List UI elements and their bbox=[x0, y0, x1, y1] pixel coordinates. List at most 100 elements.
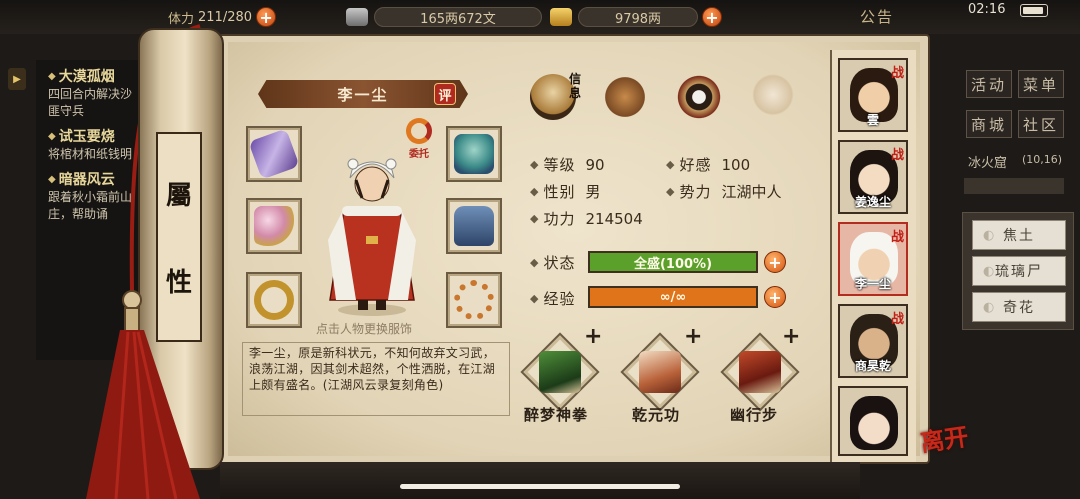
roster-card[interactable]: 战 姜逸尘 bbox=[838, 140, 908, 214]
equip-slot-ring[interactable] bbox=[246, 272, 302, 328]
diamond-bullet-icon: ◆ bbox=[530, 185, 539, 198]
location-divider bbox=[964, 178, 1064, 194]
armor-icon bbox=[454, 206, 494, 246]
home-indicator bbox=[400, 484, 680, 489]
add-exp-button[interactable]: + bbox=[764, 286, 786, 308]
scroll-label-top: 屬 bbox=[165, 181, 192, 211]
exp-bar: ∞/∞ bbox=[588, 286, 758, 308]
diamond-bullet-icon: ◆ bbox=[530, 256, 539, 269]
location-name: 冰火窟 bbox=[968, 156, 1008, 171]
roster-name: 李一尘 bbox=[854, 277, 891, 291]
roster-name: 姜逸尘 bbox=[854, 195, 891, 209]
stat-state: ◆ 状态 bbox=[530, 252, 585, 273]
equip-slot-weapon[interactable] bbox=[246, 126, 302, 182]
tassel-icon bbox=[86, 290, 200, 499]
battery-icon bbox=[1020, 4, 1048, 17]
stat-affinity: ◆ 好感 100 bbox=[666, 154, 750, 175]
scroll-book-icon bbox=[639, 351, 681, 393]
roster-card[interactable] bbox=[838, 386, 908, 456]
meridian-body-icon[interactable] bbox=[750, 74, 796, 120]
stat-value: 男 bbox=[585, 183, 601, 201]
stat-value: 90 bbox=[585, 155, 605, 174]
stat-level: ◆ 等级 90 bbox=[530, 154, 605, 175]
bag-icon[interactable] bbox=[602, 74, 648, 120]
stat-value: 100 bbox=[721, 155, 751, 174]
exp-bar-text: ∞/∞ bbox=[659, 289, 687, 305]
shop-button[interactable]: 商城 bbox=[966, 110, 1012, 138]
diamond-bullet-icon: ◆ bbox=[666, 185, 675, 198]
leave-button[interactable]: 离开 bbox=[918, 417, 970, 458]
gold-value: 9798两 bbox=[578, 7, 698, 27]
battle-badge: 战 bbox=[890, 312, 904, 327]
sub-item[interactable]: 琉璃尸 bbox=[972, 256, 1066, 286]
stat-label: 功力 bbox=[543, 210, 576, 228]
roster-name: 雲 bbox=[866, 113, 879, 127]
skill-plus-2[interactable]: + bbox=[684, 324, 702, 349]
character-description: 李一尘，原是新科状元，不知何故弃文习武，浪荡江湖，因其剑术超然，个性洒脱，在江湖… bbox=[242, 342, 510, 416]
rate-button[interactable]: 评 bbox=[434, 83, 456, 105]
battle-badge: 战 bbox=[890, 230, 904, 245]
location-coords: (10,16) bbox=[1022, 153, 1063, 166]
notice-button[interactable]: 公告 bbox=[860, 6, 894, 27]
skill-plus-3[interactable]: + bbox=[782, 324, 800, 349]
stat-value: 214504 bbox=[585, 209, 643, 228]
roster-card-selected[interactable]: 战 李一尘 bbox=[838, 222, 908, 296]
scroll-book-icon bbox=[739, 351, 781, 393]
stat-label: 势力 bbox=[679, 183, 712, 201]
diamond-bullet-icon: ◆ bbox=[530, 292, 539, 305]
equip-slot-armor[interactable] bbox=[446, 198, 502, 254]
stat-label: 经验 bbox=[543, 290, 576, 308]
character-figure[interactable] bbox=[322, 140, 422, 318]
skill-name-2: 乾元功 bbox=[632, 406, 681, 424]
gold-resource: 9798两 + bbox=[550, 6, 722, 28]
bottom-nav bbox=[220, 462, 860, 499]
silver-value: 165两672文 bbox=[374, 7, 542, 27]
stat-gender: ◆ 性别 男 bbox=[530, 181, 601, 202]
restore-state-button[interactable]: + bbox=[764, 251, 786, 273]
gold-ring-icon bbox=[254, 280, 294, 320]
character-name: 李一尘 bbox=[337, 85, 389, 104]
stat-power: ◆ 功力 214504 bbox=[530, 208, 643, 229]
equip-slot-beads[interactable] bbox=[446, 272, 502, 328]
stat-value: 江湖中人 bbox=[721, 183, 782, 201]
diamond-bullet-icon: ◆ bbox=[530, 212, 539, 225]
hairpin-icon bbox=[254, 206, 294, 246]
skill-plus-1[interactable]: + bbox=[584, 324, 602, 349]
sub-item[interactable]: 奇花 bbox=[972, 292, 1066, 322]
diamond-bullet-icon: ◆ bbox=[530, 158, 539, 171]
equip-slot-accessory[interactable] bbox=[246, 198, 302, 254]
scroll-book-icon bbox=[539, 351, 581, 393]
fan-weapon-icon bbox=[248, 128, 300, 180]
equip-slot-hat[interactable] bbox=[446, 126, 502, 182]
stat-label: 等级 bbox=[543, 156, 576, 174]
bagua-icon[interactable] bbox=[676, 74, 722, 120]
battle-badge: 战 bbox=[890, 66, 904, 81]
portrait bbox=[850, 396, 898, 450]
menu-button[interactable]: 菜单 bbox=[1018, 70, 1064, 98]
expand-arrow-icon[interactable]: ▶ bbox=[8, 68, 26, 90]
skill-name-3: 幽行步 bbox=[730, 406, 779, 424]
stat-label: 性别 bbox=[543, 183, 576, 201]
green-hat-icon bbox=[454, 134, 494, 174]
add-stamina-button[interactable]: + bbox=[256, 7, 277, 27]
battle-badge: 战 bbox=[890, 148, 904, 163]
silver-resource: 165两672文 bbox=[346, 6, 542, 28]
change-outfit-hint: 点击人物更换服饰 bbox=[316, 322, 413, 336]
gold-ingot-icon bbox=[550, 8, 572, 26]
activity-button[interactable]: 活动 bbox=[966, 70, 1012, 98]
stat-faction: ◆ 势力 江湖中人 bbox=[666, 181, 782, 202]
skill-name-1: 醉梦神拳 bbox=[524, 406, 589, 424]
stat-label: 状态 bbox=[543, 254, 576, 272]
community-button[interactable]: 社区 bbox=[1018, 110, 1064, 138]
info-tab-label[interactable]: 信息 bbox=[568, 72, 582, 100]
stat-exp: ◆ 经验 bbox=[530, 288, 585, 309]
roster-name: 商昊乾 bbox=[854, 359, 891, 373]
roster-card[interactable]: 战 雲 bbox=[838, 58, 908, 132]
roster-card[interactable]: 战 商昊乾 bbox=[838, 304, 908, 378]
stat-label: 好感 bbox=[679, 156, 712, 174]
silver-coin-icon bbox=[346, 8, 368, 26]
sub-item[interactable]: 焦土 bbox=[972, 220, 1066, 250]
state-bar: 全盛(100%) bbox=[588, 251, 758, 273]
add-gold-button[interactable]: + bbox=[702, 7, 722, 27]
diamond-bullet-icon: ◆ bbox=[666, 158, 675, 171]
